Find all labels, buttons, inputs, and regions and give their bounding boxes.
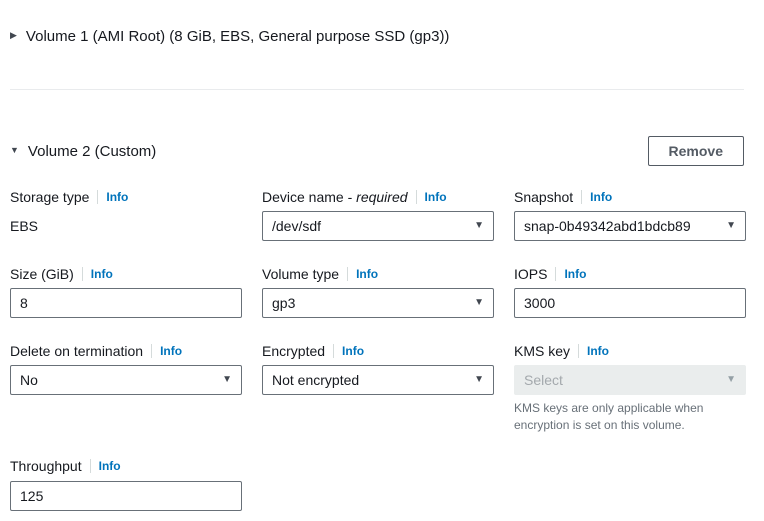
encrypted-info-link[interactable]: Info [342, 344, 364, 358]
caret-down-icon: ▼ [10, 144, 19, 155]
kms-key-placeholder: Select [524, 372, 563, 388]
volume2-title: Volume 2 (Custom) [27, 142, 157, 160]
snapshot-select[interactable]: snap-0b49342abd1bdcb89 ▼ [514, 211, 746, 241]
size-label: Size (GiB) [10, 265, 74, 282]
kms-key-field: KMS key Info Select ▼ KMS keys are only … [514, 342, 746, 434]
encrypted-label-row: Encrypted Info [262, 342, 494, 359]
label-separator [415, 189, 417, 204]
snapshot-label: Snapshot [514, 188, 574, 205]
delete-on-termination-label: Delete on termination [10, 342, 144, 359]
size-input[interactable] [10, 288, 242, 318]
storage-type-label-row: Storage type Info [10, 188, 242, 205]
chevron-down-icon: ▼ [222, 374, 232, 385]
device-name-label: Device name - required [262, 188, 408, 205]
kms-key-select: Select ▼ [514, 365, 746, 395]
volume2-form-grid: Storage type Info EBS Device name - requ… [10, 188, 746, 511]
chevron-down-icon: ▼ [726, 220, 736, 231]
label-separator [89, 459, 91, 474]
kms-key-helper-text: KMS keys are only applicable when encryp… [514, 401, 704, 432]
volume-type-info-link[interactable]: Info [356, 267, 378, 281]
device-name-field: Device name - required Info /dev/sdf ▼ [262, 188, 494, 241]
iops-input[interactable] [514, 288, 746, 318]
iops-label-row: IOPS Info [514, 265, 746, 282]
label-separator [347, 266, 349, 281]
chevron-down-icon: ▼ [474, 220, 484, 231]
encrypted-selected-value: Not encrypted [272, 372, 360, 388]
label-separator [578, 343, 580, 358]
kms-key-info-link[interactable]: Info [587, 344, 609, 358]
required-marker: required [356, 188, 408, 205]
label-separator [81, 266, 83, 281]
delete-on-termination-field: Delete on termination Info No ▼ [10, 342, 242, 395]
volume1-header[interactable]: ▶ Volume 1 (AMI Root) (8 GiB, EBS, Gener… [10, 0, 744, 45]
chevron-down-icon: ▼ [474, 297, 484, 308]
volume2-header[interactable]: ▼ Volume 2 (Custom) [10, 143, 156, 160]
chevron-down-icon: ▼ [474, 374, 484, 385]
volume-type-label: Volume type [262, 265, 340, 282]
configure-storage-panel: ▶ Volume 1 (AMI Root) (8 GiB, EBS, Gener… [0, 0, 764, 511]
size-label-row: Size (GiB) Info [10, 265, 242, 282]
volume2-header-row: ▼ Volume 2 (Custom) Remove [10, 136, 744, 166]
kms-key-label: KMS key [514, 342, 571, 359]
size-info-link[interactable]: Info [91, 267, 113, 281]
throughput-label: Throughput [10, 458, 82, 475]
iops-label: IOPS [514, 265, 548, 282]
storage-type-field: Storage type Info EBS [10, 188, 242, 235]
delete-on-termination-info-link[interactable]: Info [160, 344, 182, 358]
label-separator [555, 266, 557, 281]
device-name-select[interactable]: /dev/sdf ▼ [262, 211, 494, 241]
snapshot-info-link[interactable]: Info [590, 190, 612, 204]
device-name-info-link[interactable]: Info [425, 190, 447, 204]
remove-volume-button[interactable]: Remove [647, 136, 744, 166]
throughput-field: Throughput Info [10, 458, 242, 511]
chevron-down-icon: ▼ [726, 374, 736, 385]
volume-type-select[interactable]: gp3 ▼ [262, 288, 494, 318]
label-separator [333, 343, 335, 358]
storage-type-info-link[interactable]: Info [106, 190, 128, 204]
volume-type-label-row: Volume type Info [262, 265, 494, 282]
section-divider [10, 89, 744, 90]
iops-info-link[interactable]: Info [564, 267, 586, 281]
iops-field: IOPS Info [514, 265, 746, 318]
encrypted-select[interactable]: Not encrypted ▼ [262, 365, 494, 395]
snapshot-selected-value: snap-0b49342abd1bdcb89 [524, 218, 691, 234]
snapshot-label-row: Snapshot Info [514, 188, 746, 205]
size-field: Size (GiB) Info [10, 265, 242, 318]
caret-right-icon: ▶ [10, 30, 17, 40]
storage-type-value: EBS [10, 218, 39, 234]
label-separator [151, 343, 153, 358]
snapshot-field: Snapshot Info snap-0b49342abd1bdcb89 ▼ [514, 188, 746, 241]
delete-on-termination-select[interactable]: No ▼ [10, 365, 242, 395]
volume-type-selected-value: gp3 [272, 295, 296, 311]
volume1-title: Volume 1 (AMI Root) (8 GiB, EBS, General… [25, 28, 450, 45]
device-name-label-row: Device name - required Info [262, 188, 494, 205]
throughput-label-row: Throughput Info [10, 458, 242, 475]
delete-on-termination-label-row: Delete on termination Info [10, 342, 242, 359]
label-separator [581, 189, 583, 204]
label-separator [97, 189, 99, 204]
throughput-input[interactable] [10, 480, 242, 511]
storage-type-label: Storage type [10, 188, 90, 205]
throughput-info-link[interactable]: Info [99, 459, 121, 473]
encrypted-label: Encrypted [262, 342, 326, 359]
volume-type-field: Volume type Info gp3 ▼ [262, 265, 494, 318]
encrypted-field: Encrypted Info Not encrypted ▼ [262, 342, 494, 395]
kms-key-label-row: KMS key Info [514, 342, 746, 359]
delete-on-termination-selected-value: No [20, 372, 38, 388]
device-name-selected-value: /dev/sdf [272, 218, 322, 234]
